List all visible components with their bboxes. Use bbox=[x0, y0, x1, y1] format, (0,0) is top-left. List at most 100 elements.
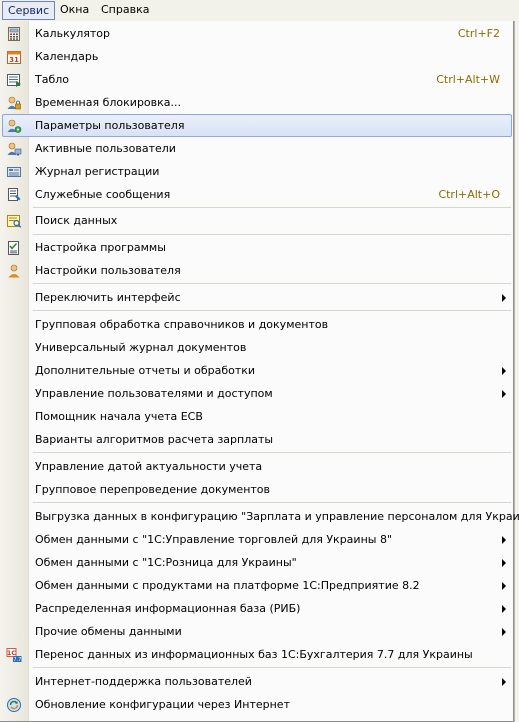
menu-item-service-messages[interactable]: Служебные сообщения Ctrl+Alt+O bbox=[0, 183, 513, 206]
menu-item-distributed-db[interactable]: Распределенная информационная база (РИБ) bbox=[0, 597, 513, 620]
menu-item-label: Помощник начала учета ЕСВ bbox=[35, 410, 203, 423]
menu-item-label: Настройки пользователя bbox=[35, 264, 181, 277]
menu-item-user-settings[interactable]: Настройки пользователя bbox=[0, 259, 513, 282]
menu-item-log[interactable]: Журнал регистрации bbox=[0, 160, 513, 183]
submenu-arrow-icon bbox=[502, 367, 506, 375]
menu-item-label: Служебные сообщения bbox=[35, 188, 171, 201]
menu-item-label: Настройка программы bbox=[35, 241, 166, 254]
svg-text:1C: 1C bbox=[7, 649, 17, 657]
menu-item-label: Обмен данными с продуктами на платформе … bbox=[35, 579, 420, 592]
user-settings-icon bbox=[7, 119, 22, 133]
menu-item-exchange-platform[interactable]: Обмен данными с продуктами на платформе … bbox=[0, 574, 513, 597]
menu-item-other-exchanges[interactable]: Прочие обмены данными bbox=[0, 620, 513, 643]
settings-doc-icon bbox=[8, 241, 19, 255]
lock-user-icon bbox=[7, 96, 21, 110]
menu-item-label: Перенос данных из информационных баз 1С:… bbox=[35, 648, 473, 661]
menu-item-exchange-retail[interactable]: Обмен данными с "1С:Розница для Украины" bbox=[0, 551, 513, 574]
menu-separator bbox=[33, 667, 511, 668]
menu-item-label: Журнал регистрации bbox=[35, 165, 160, 178]
menu-item-label: Обновление конфигурации через Интернет bbox=[35, 698, 290, 711]
menu-item-internet-support[interactable]: Интернет-поддержка пользователей bbox=[0, 670, 513, 693]
svg-text:31: 31 bbox=[9, 56, 19, 64]
svg-text:7.7: 7.7 bbox=[13, 657, 21, 663]
menu-item-temp-lock[interactable]: Временная блокировка... bbox=[0, 91, 513, 114]
menu-item-label: Дополнительные отчеты и обработки bbox=[35, 364, 256, 377]
menu-item-group-processing[interactable]: Групповая обработка справочников и докум… bbox=[0, 313, 513, 336]
submenu-arrow-icon bbox=[502, 294, 506, 302]
menu-item-label: Календарь bbox=[35, 50, 99, 63]
menu-item-user-management[interactable]: Управление пользователями и доступом bbox=[0, 382, 513, 405]
menu-separator bbox=[33, 283, 511, 284]
menu-item-label: Универсальный журнал документов bbox=[35, 341, 247, 354]
submenu-arrow-icon bbox=[502, 605, 506, 613]
submenu-arrow-icon bbox=[502, 678, 506, 686]
menu-item-label: Управление датой актуальности учета bbox=[35, 460, 263, 473]
menu-item-label: Табло bbox=[35, 73, 70, 86]
menu-item-additional-reports[interactable]: Дополнительные отчеты и обработки bbox=[0, 359, 513, 382]
active-users-icon bbox=[7, 142, 22, 156]
menu-servis[interactable]: Сервис bbox=[2, 1, 56, 20]
menu-item-label: Поиск данных bbox=[35, 214, 118, 227]
background-window-edge bbox=[514, 21, 519, 722]
calendar-icon: 31 bbox=[7, 51, 21, 64]
menu-separator bbox=[33, 234, 511, 235]
menu-item-label: Активные пользователи bbox=[35, 142, 176, 155]
menu-servis-label: Сервис bbox=[8, 4, 50, 17]
menu-item-label: Параметры пользователя bbox=[35, 119, 185, 132]
menu-item-label: Выгрузка данных в конфигурацию "Зарплата… bbox=[35, 510, 519, 523]
menu-item-label: Обмен данными с "1С:Розница для Украины" bbox=[35, 556, 297, 569]
menu-item-calculator[interactable]: Калькулятор Ctrl+F2 bbox=[0, 22, 513, 45]
menu-item-label: Интернет-поддержка пользователей bbox=[35, 675, 252, 688]
menu-spravka[interactable]: Справка bbox=[96, 2, 154, 18]
menu-item-exchange-ut[interactable]: Обмен данными с "1С:Управление торговлей… bbox=[0, 528, 513, 551]
menu-okna-label: Окна bbox=[60, 3, 90, 16]
menu-item-active-users[interactable]: Активные пользователи bbox=[0, 137, 513, 160]
submenu-arrow-icon bbox=[502, 559, 506, 567]
calculator-icon bbox=[8, 27, 20, 41]
submenu-arrow-icon bbox=[502, 390, 506, 398]
menu-separator bbox=[33, 502, 511, 503]
shortcut-label: Ctrl+F2 bbox=[457, 27, 500, 40]
menu-separator bbox=[33, 452, 511, 453]
menu-item-transfer-77[interactable]: 1C 7.7 Перенос данных из информационных … bbox=[0, 643, 513, 666]
menu-separator bbox=[33, 310, 511, 311]
menu-item-data-search[interactable]: Поиск данных bbox=[0, 209, 513, 232]
table-icon bbox=[7, 74, 21, 87]
shortcut-label: Ctrl+Alt+W bbox=[436, 73, 500, 86]
menu-item-esv-assistant[interactable]: Помощник начала учета ЕСВ bbox=[0, 405, 513, 428]
screen: Сервис Окна Справка Калькулятор Ctrl+F2 … bbox=[0, 0, 519, 722]
menu-bar: Сервис Окна Справка bbox=[0, 0, 519, 22]
search-data-icon bbox=[7, 215, 22, 228]
submenu-arrow-icon bbox=[502, 628, 506, 636]
submenu-arrow-icon bbox=[502, 582, 506, 590]
menu-item-label: Калькулятор bbox=[35, 27, 110, 40]
shortcut-label: Ctrl+Alt+O bbox=[438, 188, 500, 201]
messages-icon bbox=[8, 188, 21, 201]
menu-item-label: Групповая обработка справочников и докум… bbox=[35, 318, 329, 331]
update-icon bbox=[7, 698, 21, 712]
menu-item-switch-interface[interactable]: Переключить интерфейс bbox=[0, 286, 513, 309]
transfer-icon: 1C 7.7 bbox=[6, 648, 22, 663]
menu-item-user-params[interactable]: Параметры пользователя bbox=[0, 114, 513, 137]
servis-dropdown-menu: Калькулятор Ctrl+F2 31 Календарь Табло C… bbox=[0, 21, 519, 722]
menu-item-program-settings[interactable]: Настройка программы bbox=[0, 236, 513, 259]
menu-item-export-zup[interactable]: Выгрузка данных в конфигурацию "Зарплата… bbox=[0, 505, 519, 528]
menu-item-relevance-date[interactable]: Управление датой актуальности учета bbox=[0, 455, 513, 478]
menu-item-salary-algorithms[interactable]: Варианты алгоритмов расчета зарплаты bbox=[0, 428, 513, 451]
menu-item-universal-journal[interactable]: Универсальный журнал документов bbox=[0, 336, 513, 359]
menu-item-label: Временная блокировка... bbox=[35, 96, 182, 109]
menu-spravka-label: Справка bbox=[101, 3, 150, 16]
menu-item-label: Переключить интерфейс bbox=[35, 291, 181, 304]
menu-item-label: Управление пользователями и доступом bbox=[35, 387, 273, 400]
menu-okna[interactable]: Окна bbox=[55, 2, 94, 18]
menu-item-calendar[interactable]: 31 Календарь bbox=[0, 45, 513, 68]
menu-item-label: Обмен данными с "1С:Управление торговлей… bbox=[35, 533, 393, 546]
menu-item-group-reposting[interactable]: Групповое перепроведение документов bbox=[0, 478, 513, 501]
menu-item-label: Групповое перепроведение документов bbox=[35, 483, 271, 496]
submenu-arrow-icon bbox=[502, 536, 506, 544]
menu-item-label: Варианты алгоритмов расчета зарплаты bbox=[35, 433, 274, 446]
menu-item-tablo[interactable]: Табло Ctrl+Alt+W bbox=[0, 68, 513, 91]
menu-item-update-online[interactable]: Обновление конфигурации через Интернет bbox=[0, 693, 513, 716]
menu-separator bbox=[33, 207, 511, 208]
menu-item-label: Распределенная информационная база (РИБ) bbox=[35, 602, 301, 615]
